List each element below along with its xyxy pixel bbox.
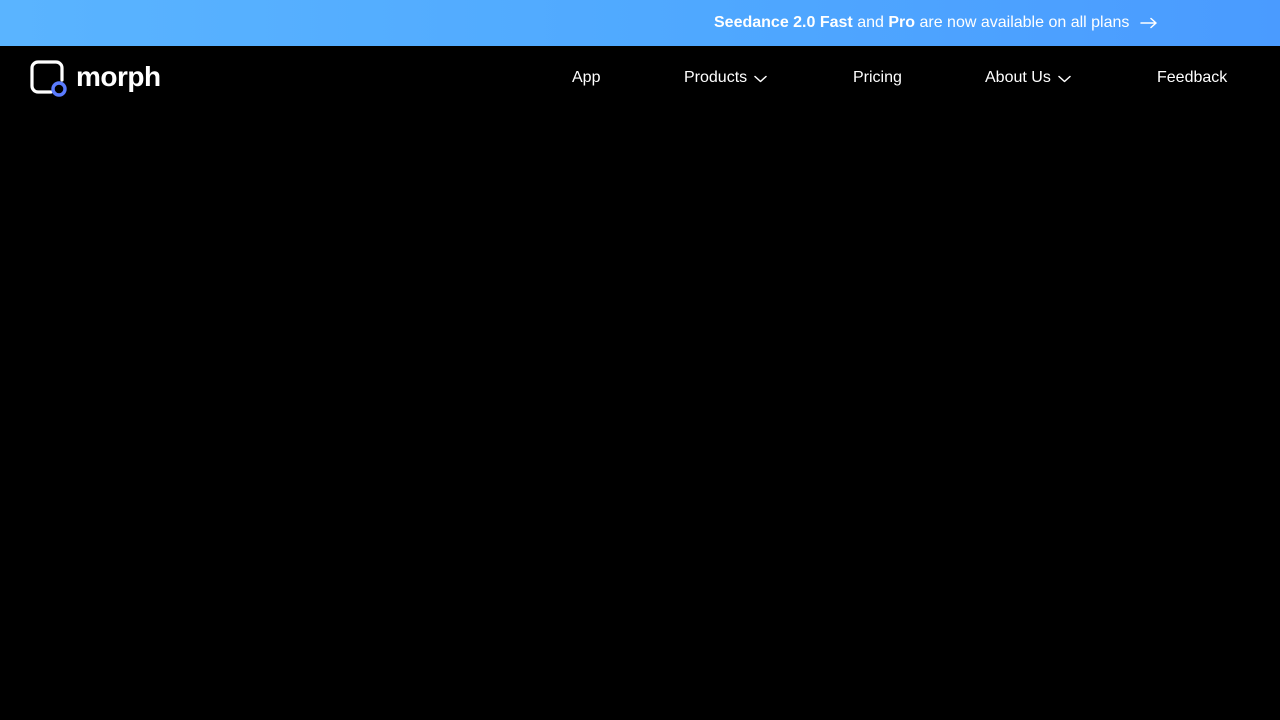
announcement-product-tier: Pro: [888, 14, 916, 31]
chevron-down-icon: [754, 75, 767, 83]
arrow-right-icon: [1140, 17, 1158, 29]
announcement-product-name: Seedance 2.0 Fast: [714, 14, 853, 31]
morph-logo-icon: [30, 60, 67, 97]
announcement-text-rest: are now available on all plans: [919, 14, 1130, 31]
nav-item-app[interactable]: App: [572, 46, 600, 110]
nav-item-label: About Us: [985, 69, 1051, 86]
nav-item-label: Feedback: [1157, 69, 1228, 86]
announcement-link[interactable]: Seedance 2.0 Fast and Pro are now availa…: [714, 0, 1158, 46]
logo-link[interactable]: morph: [30, 60, 161, 98]
nav-item-label: App: [572, 69, 601, 86]
nav-item-label: Pricing: [853, 69, 902, 86]
nav-item-about-us[interactable]: About Us: [985, 46, 1071, 110]
main-content: [0, 110, 1280, 720]
main-navigation: morph App Products Pricing About Us Feed…: [0, 46, 1280, 110]
announcement-text-and: and: [857, 14, 884, 31]
nav-item-products[interactable]: Products: [684, 46, 767, 110]
logo-wordmark: morph: [76, 61, 161, 92]
nav-item-label: Products: [684, 69, 748, 86]
nav-item-pricing[interactable]: Pricing: [853, 46, 902, 110]
announcement-banner: Seedance 2.0 Fast and Pro are now availa…: [0, 0, 1280, 46]
nav-item-feedback[interactable]: Feedback: [1157, 46, 1227, 110]
chevron-down-icon: [1058, 75, 1071, 83]
